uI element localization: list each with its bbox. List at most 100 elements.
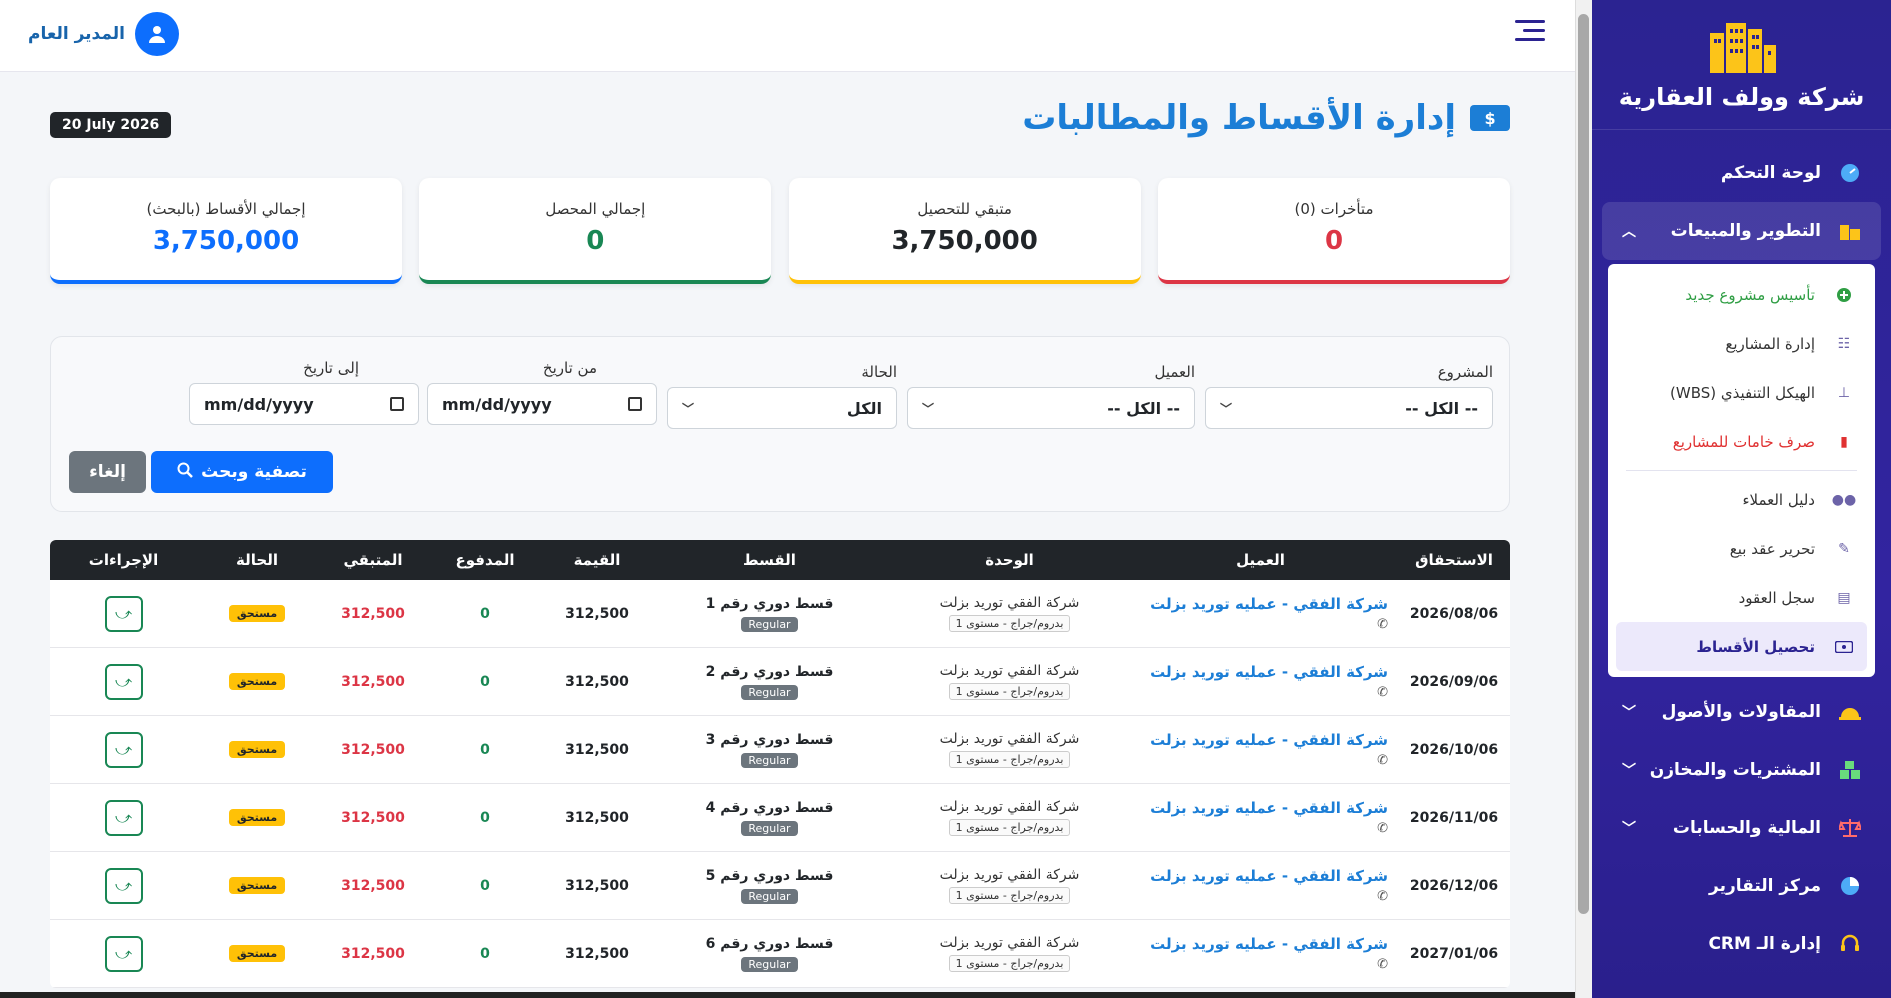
installment-type-badge: Regular: [741, 616, 798, 632]
stat-card-remaining: متبقي للتحصيل 3,750,000: [788, 178, 1141, 284]
unit-badge: بدروم/جراج - مستوى 1: [948, 615, 1071, 632]
calendar-icon[interactable]: [628, 397, 642, 411]
hand-money-icon: ⤻: [114, 603, 133, 623]
cell-unit: شركة الفقي توريد بزلت بدروم/جراج - مستوى…: [886, 731, 1133, 768]
phone-icon[interactable]: ✆: [1377, 889, 1388, 904]
collect-payment-button[interactable]: ⤻: [104, 935, 143, 972]
stat-value: 3,750,000: [891, 226, 1038, 256]
phone-icon[interactable]: ✆: [1377, 957, 1388, 972]
scrollbar-thumb[interactable]: [1578, 14, 1589, 914]
filter-client: العميل -- الكل -- ﹀: [907, 363, 1195, 429]
collect-payment-button[interactable]: ⤻: [104, 663, 143, 700]
cell-paid: 0: [480, 605, 490, 622]
cell-installment: قسط دوري رقم 3 Regular: [653, 732, 886, 768]
sidebar-item-reports[interactable]: مركز التقارير: [1602, 857, 1881, 915]
taskbar-strip: [0, 992, 1575, 998]
sidebar-item-projects[interactable]: ☷ إدارة المشاريع: [1616, 319, 1867, 368]
sidebar-menu: لوحة التحكم التطوير والمبيعات ︿ تأسيس مش…: [1592, 130, 1891, 973]
status-badge: مستحق: [228, 673, 286, 690]
collect-payment-button[interactable]: ⤻: [104, 867, 143, 904]
chevron-down-icon: ﹀: [922, 401, 935, 416]
cell-client: شركة الفقي - عمليه توريد بزلت ✆: [1133, 731, 1398, 768]
date-badge: 20 July 2026: [50, 112, 172, 138]
cell-unit: شركة الفقي توريد بزلت بدروم/جراج - مستوى…: [886, 595, 1133, 632]
table-row: 2026/08/06 شركة الفقي - عمليه توريد بزلت…: [50, 580, 1510, 648]
sidebar-item-contracts-log[interactable]: ▤ سجل العقود: [1616, 573, 1867, 622]
from-date-input[interactable]: mm/dd/yyyy: [427, 383, 657, 425]
sidebar-item-label: دليل العملاء: [1742, 490, 1815, 509]
unit-badge: بدروم/جراج - مستوى 1: [948, 955, 1071, 972]
sidebar-item-wbs[interactable]: ⊥ الهيكل التنفيذي (WBS): [1616, 368, 1867, 417]
sidebar-item-materials[interactable]: ▮ صرف خامات للمشاريع: [1616, 417, 1867, 466]
status-badge: مستحق: [228, 741, 286, 758]
client-link[interactable]: شركة الفقي - عمليه توريد بزلت: [1133, 731, 1388, 749]
cell-paid: 0: [480, 809, 490, 826]
cell-unit: شركة الفقي توريد بزلت بدروم/جراج - مستوى…: [886, 867, 1133, 904]
sidebar-item-crm[interactable]: إدارة الـ CRM: [1602, 915, 1881, 973]
collect-payment-button[interactable]: ⤻: [104, 799, 143, 836]
sidebar-item-finance[interactable]: المالية والحسابات ﹀: [1602, 799, 1881, 857]
cell-installment: قسط دوري رقم 2 Regular: [653, 664, 886, 700]
cell-remaining: 312,500: [341, 809, 405, 826]
table-row: 2027/01/06 شركة الفقي - عمليه توريد بزلت…: [50, 920, 1510, 988]
building-logo-icon: [1706, 19, 1778, 75]
installment-name: قسط دوري رقم 1: [705, 595, 834, 612]
sidebar: شركة وولف العقارية لوحة التحكم التطوير و…: [1592, 0, 1891, 998]
th-client: العميل: [1236, 551, 1285, 569]
collect-payment-button[interactable]: ⤻: [104, 595, 143, 632]
client-link[interactable]: شركة الفقي - عمليه توريد بزلت: [1133, 663, 1388, 681]
chevron-up-icon: ︿: [1622, 224, 1636, 240]
page-title: $ إدارة الأقساط والمطالبات: [1022, 98, 1510, 138]
th-due: الاستحقاق: [1415, 551, 1493, 569]
collect-payment-button[interactable]: ⤻: [104, 731, 143, 768]
cancel-button[interactable]: إلغاء: [69, 451, 146, 493]
client-link[interactable]: شركة الفقي - عمليه توريد بزلت: [1133, 935, 1388, 953]
cell-unit: شركة الفقي توريد بزلت بدروم/جراج - مستوى…: [886, 663, 1133, 700]
sidebar-item-new-project[interactable]: تأسيس مشروع جديد: [1616, 270, 1867, 319]
filter-label: الحالة: [861, 363, 897, 381]
sidebar-item-label: المالية والحسابات: [1672, 818, 1821, 838]
hamburger-menu-icon[interactable]: [1515, 20, 1545, 46]
phone-icon[interactable]: ✆: [1377, 685, 1388, 700]
sidebar-item-dashboard[interactable]: لوحة التحكم: [1602, 144, 1881, 202]
table-row: 2026/10/06 شركة الفقي - عمليه توريد بزلت…: [50, 716, 1510, 784]
hand-money-icon: ⤻: [114, 739, 133, 759]
to-date-input[interactable]: mm/dd/yyyy: [189, 383, 419, 425]
sidebar-item-purchasing[interactable]: المشتريات والمخازن ﹀: [1602, 741, 1881, 799]
phone-icon[interactable]: ✆: [1377, 617, 1388, 632]
sidebar-item-clients[interactable]: ●● دليل العملاء: [1616, 475, 1867, 524]
cell-client: شركة الفقي - عمليه توريد بزلت ✆: [1133, 663, 1398, 700]
cell-paid: 0: [480, 945, 490, 962]
phone-icon[interactable]: ✆: [1377, 753, 1388, 768]
unit-name: شركة الفقي توريد بزلت: [939, 799, 1080, 815]
client-link[interactable]: شركة الفقي - عمليه توريد بزلت: [1133, 799, 1388, 817]
calendar-icon[interactable]: [390, 397, 404, 411]
sidebar-item-sale-contract[interactable]: ✎ تحرير عقد بيع: [1616, 524, 1867, 573]
installment-name: قسط دوري رقم 3: [705, 731, 834, 748]
cell-actions: ⤻: [50, 867, 197, 904]
stat-label: إجمالي المحصل: [545, 200, 646, 218]
client-link[interactable]: شركة الفقي - عمليه توريد بزلت: [1133, 867, 1388, 885]
sidebar-item-contracting[interactable]: المقاولات والأصول ﹀: [1602, 683, 1881, 741]
cell-actions: ⤻: [50, 799, 197, 836]
sidebar-item-installments[interactable]: تحصيل الأقساط: [1616, 622, 1867, 671]
search-button[interactable]: تصفية وبحث: [151, 451, 333, 493]
cell-value: 312,500: [565, 741, 629, 758]
project-select[interactable]: -- الكل -- ﹀: [1205, 387, 1493, 429]
hand-money-icon: ⤻: [114, 943, 133, 963]
filter-status: الحالة الكل ﹀: [667, 363, 897, 429]
status-select[interactable]: الكل ﹀: [667, 387, 897, 429]
phone-icon[interactable]: ✆: [1377, 821, 1388, 836]
cell-actions: ⤻: [50, 731, 197, 768]
installment-type-badge: Regular: [741, 956, 798, 972]
client-select[interactable]: -- الكل -- ﹀: [907, 387, 1195, 429]
sidebar-item-dev-sales[interactable]: التطوير والمبيعات ︿: [1602, 202, 1881, 260]
page-scrollbar[interactable]: [1575, 0, 1592, 998]
user-menu[interactable]: المدير العام: [28, 12, 179, 56]
filter-label: المشروع: [1437, 363, 1493, 381]
filter-to-date: إلى تاريخ mm/dd/yyyy: [189, 359, 419, 425]
cell-due: 2027/01/06: [1409, 945, 1499, 962]
cell-paid: 0: [480, 673, 490, 690]
client-link[interactable]: شركة الفقي - عمليه توريد بزلت: [1133, 595, 1388, 613]
filter-from-date: من تاريخ mm/dd/yyyy: [427, 359, 657, 425]
